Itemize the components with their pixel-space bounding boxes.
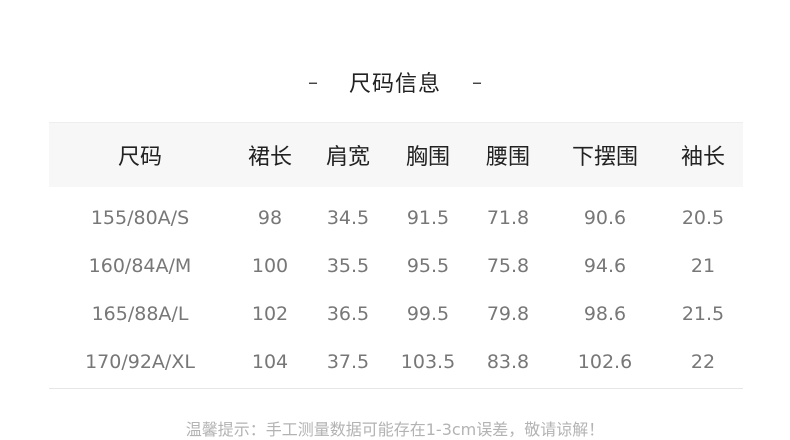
cell-waist: 83.8 <box>469 337 547 389</box>
title-left-dash: – <box>307 70 318 94</box>
cell-size: 165/88A/L <box>91 302 189 325</box>
cell-sleeve-length: 20.5 <box>681 206 725 229</box>
cell-hem: 98.6 <box>583 302 627 325</box>
table-row: 165/88A/L 102 36.5 99.5 79.8 98.6 21.5 <box>49 290 743 338</box>
table-row: 170/92A/XL 104 37.5 103.5 83.8 102.6 22 <box>49 337 743 389</box>
cell-waist: 75.8 <box>486 254 530 277</box>
cell-hem: 102.6 <box>547 337 663 389</box>
header-waist: 腰围 <box>469 122 547 187</box>
table-header-row: 尺码 裙长 肩宽 胸围 腰围 下摆围 袖长 <box>49 122 743 187</box>
cell-skirt-length: 98 <box>257 206 283 229</box>
header-skirt-length: 裙长 <box>231 122 309 187</box>
table-row: 160/84A/M 100 35.5 95.5 75.8 94.6 21 <box>49 242 743 290</box>
cell-sleeve-length: 21.5 <box>681 302 725 325</box>
cell-skirt-length: 104 <box>231 337 309 389</box>
size-table: 尺码 裙长 肩宽 胸围 腰围 下摆围 袖长 155/80A/S 98 34.5 … <box>49 122 743 389</box>
title-right-dash: – <box>472 70 482 94</box>
cell-shoulder-width: 34.5 <box>326 206 370 229</box>
cell-chest: 103.5 <box>387 337 469 389</box>
table-row: 155/80A/S 98 34.5 91.5 71.8 90.6 20.5 <box>49 187 743 242</box>
measurement-note: 温馨提示：手工测量数据可能存在1-3cm误差，敬请谅解！ <box>185 420 605 439</box>
cell-hem: 94.6 <box>583 254 627 277</box>
header-sleeve-length: 袖长 <box>663 122 743 187</box>
cell-size: 155/80A/S <box>90 206 190 229</box>
cell-waist: 71.8 <box>486 206 530 229</box>
cell-size: 160/84A/M <box>88 254 192 277</box>
cell-size: 170/92A/XL <box>49 337 231 389</box>
cell-sleeve-length: 21 <box>690 254 716 277</box>
cell-chest: 99.5 <box>406 302 450 325</box>
cell-chest: 91.5 <box>406 206 450 229</box>
cell-shoulder-width: 36.5 <box>326 302 370 325</box>
header-shoulder-width: 肩宽 <box>309 122 387 187</box>
cell-chest: 95.5 <box>406 254 450 277</box>
cell-skirt-length: 102 <box>251 302 289 325</box>
header-hem: 下摆围 <box>547 122 663 187</box>
cell-hem: 90.6 <box>583 206 627 229</box>
header-size: 尺码 <box>49 122 231 187</box>
page-title: 尺码信息 <box>348 72 441 97</box>
cell-skirt-length: 100 <box>251 254 289 277</box>
cell-sleeve-length: 22 <box>663 337 743 389</box>
cell-shoulder-width: 35.5 <box>326 254 370 277</box>
cell-waist: 79.8 <box>486 302 530 325</box>
header-chest: 胸围 <box>387 122 469 187</box>
cell-shoulder-width: 37.5 <box>309 337 387 389</box>
section-title: – 尺码信息 – <box>0 62 790 102</box>
